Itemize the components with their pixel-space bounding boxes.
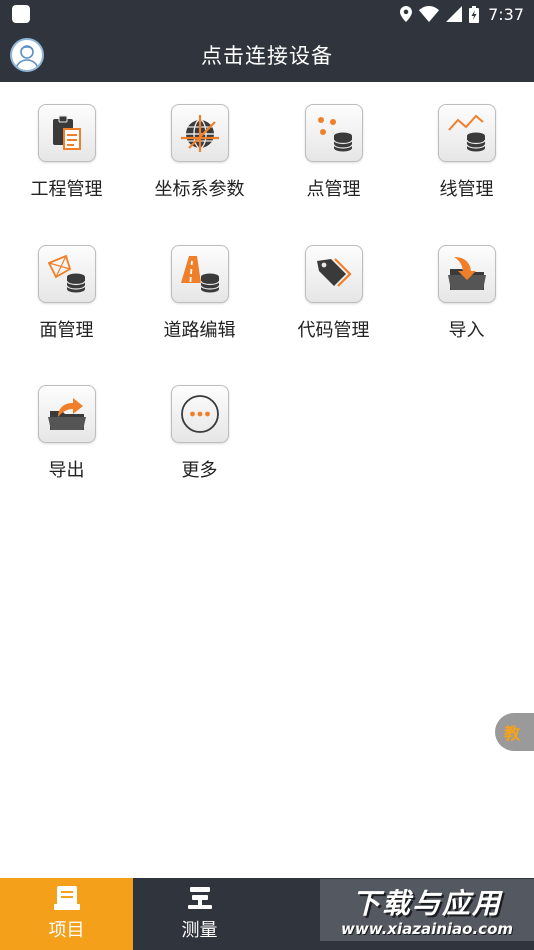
tile-label: 点管理 [306, 179, 361, 200]
polygon-database-icon [37, 245, 96, 303]
tile-label: 工程管理 [30, 179, 103, 200]
status-time: 7:37 [488, 4, 524, 24]
points-database-icon [304, 104, 363, 162]
import-tile[interactable]: 导入 [400, 223, 533, 343]
line-management-tile[interactable]: 线管理 [400, 82, 533, 202]
watermark-en: www.xiazainiao.com [340, 920, 514, 938]
folder-import-icon [437, 245, 496, 303]
signal-icon [446, 6, 463, 22]
wifi-icon [419, 6, 440, 22]
location-icon [400, 6, 413, 22]
tile-label: 坐标系参数 [154, 179, 245, 200]
export-tile[interactable]: 导出 [0, 363, 133, 483]
watermark-cn: 下载与应用 [351, 887, 502, 920]
globe-axes-icon [170, 104, 229, 162]
nav-item-project[interactable]: 项目 [0, 878, 133, 950]
code-management-tile[interactable]: 代码管理 [267, 223, 400, 343]
more-dots-icon [170, 385, 229, 443]
tile-label: 导入 [448, 320, 485, 341]
area-management-tile[interactable]: 面管理 [0, 223, 133, 343]
site-watermark: 下载与应用 www.xiazainiao.com [320, 879, 534, 941]
more-tile[interactable]: 更多 [133, 363, 266, 483]
coordinate-system-tile[interactable]: 坐标系参数 [133, 82, 266, 202]
road-editing-tile[interactable]: 道路编辑 [133, 223, 266, 343]
battery-charging-icon [469, 5, 480, 23]
tile-label: 更多 [181, 460, 218, 481]
tile-label: 导出 [48, 460, 85, 481]
connect-device-title[interactable]: 点击连接设备 [201, 40, 333, 70]
folder-export-icon [37, 385, 96, 443]
notification-app-icon [12, 5, 30, 23]
status-bar: 7:37 [0, 0, 534, 28]
nav-label: 项目 [48, 920, 85, 941]
tutorial-label: 教 [504, 724, 521, 743]
user-avatar-icon[interactable] [10, 38, 44, 72]
clipboard-document-icon [37, 104, 96, 162]
survey-receiver-icon [187, 887, 212, 909]
tutorial-tab[interactable]: 教 [495, 713, 534, 751]
tile-label: 代码管理 [297, 320, 370, 341]
nav-item-survey[interactable]: 测量 [133, 878, 266, 950]
tile-label: 面管理 [39, 320, 94, 341]
road-database-icon [170, 245, 229, 303]
project-icon [53, 886, 80, 910]
tile-label: 线管理 [439, 179, 494, 200]
point-management-tile[interactable]: 点管理 [267, 82, 400, 202]
polyline-database-icon [437, 104, 496, 162]
tag-icon [304, 245, 363, 303]
app-bar: 点击连接设备 [0, 28, 534, 82]
project-management-tile[interactable]: 工程管理 [0, 82, 133, 202]
tile-label: 道路编辑 [163, 320, 236, 341]
nav-label: 测量 [181, 920, 218, 941]
